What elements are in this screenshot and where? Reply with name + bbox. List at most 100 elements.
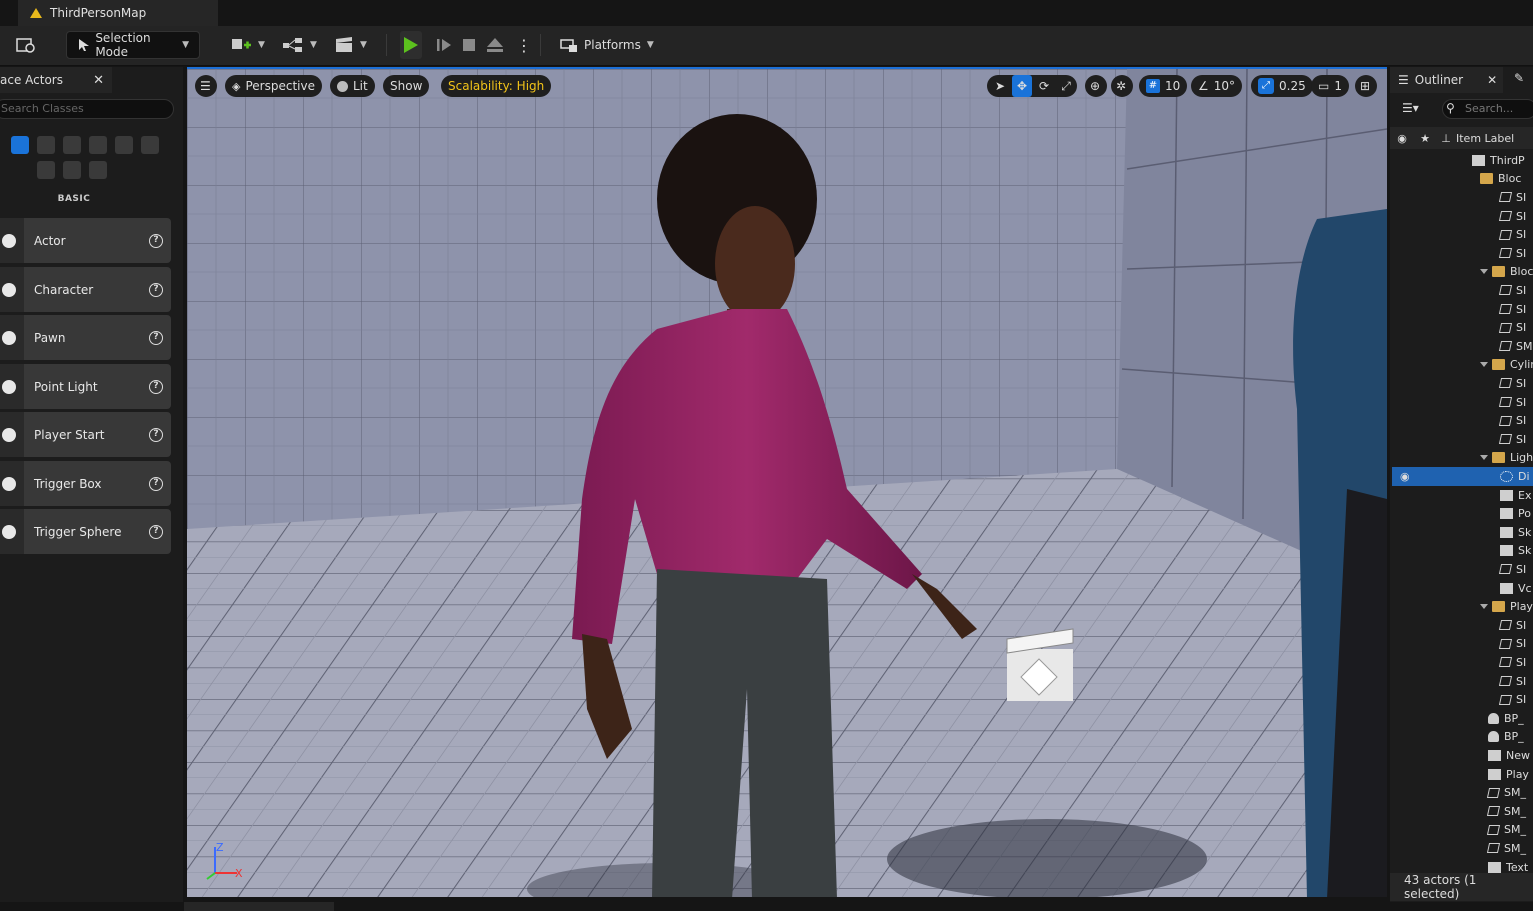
outliner-row[interactable]: New <box>1392 746 1533 765</box>
outliner-row[interactable]: SI <box>1392 635 1533 654</box>
help-icon[interactable]: ? <box>149 427 163 442</box>
outliner-row[interactable]: SI <box>1392 430 1533 449</box>
actor-item-character[interactable]: Character ? <box>0 267 171 312</box>
select-tool-icon[interactable]: ➤ <box>990 75 1010 97</box>
save-level-button[interactable] <box>16 31 36 59</box>
item-label-column[interactable]: Item Label <box>1456 132 1514 145</box>
outliner-row[interactable]: SI <box>1392 672 1533 691</box>
shapes-category-icon[interactable] <box>63 161 81 179</box>
outliner-row[interactable]: SI <box>1392 300 1533 319</box>
search-classes-input[interactable]: Search Classes <box>0 99 174 119</box>
outliner-row[interactable]: SI <box>1392 281 1533 300</box>
outliner-row[interactable]: ThirdP <box>1392 151 1533 170</box>
outliner-row[interactable]: Cylir <box>1392 356 1533 375</box>
blueprints-button[interactable]: ▼ <box>282 31 317 59</box>
help-icon[interactable]: ? <box>149 233 163 248</box>
translate-tool-icon[interactable]: ✥ <box>1012 75 1032 97</box>
perspective-dropdown[interactable]: ◈ Perspective <box>225 75 322 97</box>
geometry-category-icon[interactable] <box>115 136 133 154</box>
outliner-row[interactable]: SM_ <box>1392 802 1533 821</box>
outliner-row[interactable]: Po <box>1392 504 1533 523</box>
view-mode-dropdown[interactable]: Lit <box>330 75 375 97</box>
play-button[interactable] <box>400 31 422 59</box>
visibility-column-icon[interactable]: ◉ <box>1390 132 1414 145</box>
outliner-row[interactable]: SM_ <box>1392 839 1533 858</box>
outliner-row[interactable]: ◉ Di <box>1392 467 1533 486</box>
actor-item-trigger-sphere[interactable]: Trigger Sphere ? <box>0 509 171 554</box>
world-local-toggle[interactable]: ⊕ <box>1085 75 1107 97</box>
expand-arrow-icon[interactable] <box>1480 455 1488 461</box>
lights-category-icon[interactable] <box>37 136 55 154</box>
outliner-row[interactable]: Ex <box>1392 486 1533 505</box>
all-classes-category-icon[interactable] <box>37 161 55 179</box>
help-icon[interactable]: ? <box>149 379 163 394</box>
outliner-row[interactable]: BP_ <box>1392 709 1533 728</box>
actor-item-actor[interactable]: Actor ? <box>0 218 171 263</box>
outliner-row[interactable]: Play <box>1392 765 1533 784</box>
add-content-button[interactable]: ▼ <box>230 31 265 59</box>
viewport-menu-button[interactable]: ☰ <box>195 75 217 97</box>
outliner-row[interactable]: SI <box>1392 374 1533 393</box>
expand-arrow-icon[interactable] <box>1480 362 1488 368</box>
rotate-tool-icon[interactable]: ⟳ <box>1034 75 1054 97</box>
recent-category-icon[interactable] <box>89 161 107 179</box>
scalability-warning[interactable]: Scalability: High <box>441 75 552 97</box>
outliner-search-input[interactable]: Search... <box>1442 99 1533 119</box>
outliner-row[interactable]: Vc <box>1392 579 1533 598</box>
outliner-row[interactable]: SI <box>1392 616 1533 635</box>
stop-button[interactable] <box>462 31 476 59</box>
outliner-row[interactable]: Ligh <box>1392 449 1533 468</box>
outliner-row[interactable]: SI <box>1392 393 1533 412</box>
document-tab[interactable]: ThirdPersonMap <box>18 0 218 26</box>
outliner-tab[interactable]: ☰ Outliner ✕ <box>1390 67 1503 93</box>
outliner-row[interactable]: BP_ <box>1392 728 1533 747</box>
close-icon[interactable]: ✕ <box>1487 73 1497 87</box>
outliner-row[interactable]: SI <box>1392 690 1533 709</box>
help-icon[interactable]: ? <box>149 330 163 345</box>
outliner-row[interactable]: Bloc <box>1392 170 1533 189</box>
scale-tool-icon[interactable]: ⤢ <box>1056 75 1076 97</box>
outliner-row[interactable]: SI <box>1392 188 1533 207</box>
cinematics-button[interactable]: ▼ <box>334 31 367 59</box>
help-icon[interactable]: ? <box>149 282 163 297</box>
outliner-row[interactable]: Sk <box>1392 542 1533 561</box>
visibility-eye-icon[interactable]: ◉ <box>1400 470 1410 483</box>
expand-arrow-icon[interactable] <box>1480 269 1488 275</box>
level-viewport[interactable]: ☰ ◈ Perspective Lit Show Scalability: Hi… <box>187 67 1387 897</box>
filter-icon[interactable]: ☰▾ <box>1402 101 1419 115</box>
platforms-dropdown[interactable]: Platforms ▼ <box>560 31 654 59</box>
help-icon[interactable]: ? <box>149 524 163 539</box>
actor-item-pawn[interactable]: Pawn ? <box>0 315 171 360</box>
outliner-row[interactable]: SI <box>1392 244 1533 263</box>
outliner-row[interactable]: SM <box>1392 337 1533 356</box>
actor-item-point-light[interactable]: Point Light ? <box>0 364 171 409</box>
basic-category-icon[interactable] <box>11 136 29 154</box>
star-column-icon[interactable]: ★ <box>1414 132 1436 145</box>
edit-pencil-icon[interactable]: ✎ <box>1514 71 1524 85</box>
actor-item-trigger-box[interactable]: Trigger Box ? <box>0 461 171 506</box>
selection-mode-dropdown[interactable]: Selection Mode ▼ <box>66 31 200 59</box>
show-dropdown[interactable]: Show <box>383 75 430 97</box>
outliner-row[interactable]: SM_ <box>1392 783 1533 802</box>
outliner-row[interactable]: SI <box>1392 653 1533 672</box>
viewport-layout-button[interactable]: ⊞ <box>1355 75 1377 97</box>
actor-item-player-start[interactable]: Player Start ? <box>0 412 171 457</box>
eject-button[interactable] <box>486 31 504 59</box>
outliner-row[interactable]: Play <box>1392 597 1533 616</box>
outliner-row[interactable]: SI <box>1392 225 1533 244</box>
volumes-category-icon[interactable] <box>141 136 159 154</box>
place-actors-tab[interactable]: ace Actors ✕ <box>0 67 112 93</box>
outliner-row[interactable]: SI <box>1392 560 1533 579</box>
grid-snap-toggle[interactable]: # 10 <box>1139 75 1188 97</box>
cinematic-category-icon[interactable] <box>63 136 81 154</box>
step-button[interactable] <box>436 31 452 59</box>
visual-effects-category-icon[interactable] <box>89 136 107 154</box>
camera-speed-dropdown[interactable]: ▭ 1 <box>1311 75 1349 97</box>
scale-snap-toggle[interactable]: ⤢ 0.25 <box>1251 75 1313 97</box>
surface-snapping-toggle[interactable]: ✲ <box>1111 75 1133 97</box>
outliner-row[interactable]: SI <box>1392 318 1533 337</box>
outliner-row[interactable]: SI <box>1392 411 1533 430</box>
content-browser-tab[interactable] <box>184 902 334 911</box>
outliner-row[interactable]: Bloc <box>1392 263 1533 282</box>
play-options-button[interactable]: ⋮ <box>516 31 532 59</box>
